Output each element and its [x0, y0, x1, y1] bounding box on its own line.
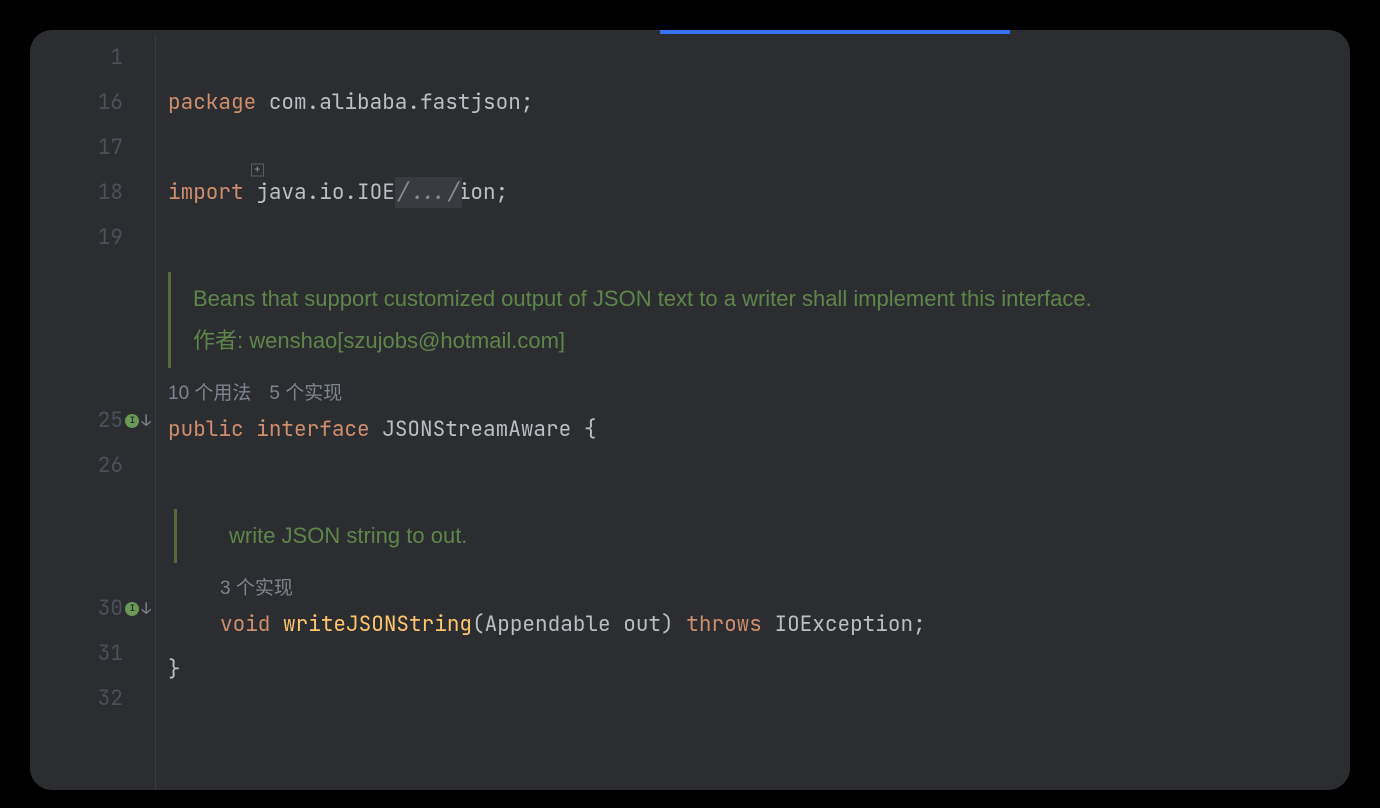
line-number[interactable]: 1 — [30, 35, 123, 80]
javadoc-author: 作者: wenshao[szujobs@hotmail.com] — [193, 320, 1350, 362]
implementations-gutter-icon[interactable]: I ↓ — [125, 413, 151, 429]
code-lens-hints: 3 个实现 — [168, 567, 1350, 602]
code-line-brace-close[interactable]: } — [168, 647, 1350, 692]
implementations-hint[interactable]: 3 个实现 — [220, 578, 293, 599]
line-number[interactable]: 18 — [30, 170, 123, 215]
editor-pane[interactable]: 1 16 17 18 19 25 I ↓ 26 30 I ↓ — [30, 30, 1350, 790]
line-number[interactable]: 16 — [30, 80, 123, 125]
impl-badge-icon: I — [125, 414, 139, 428]
line-number[interactable]: 25 I ↓ — [30, 398, 123, 443]
javadoc-block[interactable]: Beans that support customized output of … — [168, 272, 1350, 368]
gutter-spacer — [30, 550, 123, 586]
line-number[interactable]: 19 — [30, 215, 123, 260]
arrow-down-icon: ↓ — [141, 413, 151, 429]
code-line-blank[interactable] — [168, 692, 1350, 737]
javadoc-block[interactable]: write JSON string to out. — [174, 509, 1350, 563]
gutter-spacer — [30, 260, 123, 362]
code-line-blank[interactable] — [168, 452, 1350, 497]
code-line-interface-decl[interactable]: public interface JSONStreamAware { — [168, 407, 1350, 452]
line-number[interactable]: 31 — [30, 631, 123, 676]
implementations-gutter-icon[interactable]: I ↓ — [125, 601, 151, 617]
fold-expand-icon[interactable]: + — [251, 164, 264, 177]
code-lens-hints: 10 个用法 5 个实现 — [168, 372, 1350, 407]
code-area[interactable]: + /.../ package com.alibaba.fastjson; im… — [156, 35, 1350, 790]
arrow-down-icon: ↓ — [141, 601, 151, 617]
gutter-spacer — [30, 488, 123, 550]
line-number[interactable]: 26 — [30, 443, 123, 488]
javadoc-text: Beans that support customized output of … — [193, 278, 1350, 320]
javadoc-text: write JSON string to out. — [229, 515, 1350, 557]
code-line-method-decl[interactable]: void writeJSONString(Appendable out) thr… — [168, 602, 1350, 647]
gutter-spacer — [30, 362, 123, 398]
implementations-hint[interactable]: 5 个实现 — [269, 383, 342, 404]
line-number[interactable]: 32 — [30, 676, 123, 721]
line-number[interactable]: 17 — [30, 125, 123, 170]
usages-hint[interactable]: 10 个用法 — [168, 383, 251, 404]
editor-window: 1 16 17 18 19 25 I ↓ 26 30 I ↓ — [30, 30, 1350, 790]
active-tab-underline — [660, 30, 1010, 34]
line-number[interactable]: 30 I ↓ — [30, 586, 123, 631]
folded-region[interactable]: + /.../ — [168, 35, 1350, 80]
impl-badge-icon: I — [125, 602, 139, 616]
line-gutter: 1 16 17 18 19 25 I ↓ 26 30 I ↓ — [30, 35, 135, 790]
